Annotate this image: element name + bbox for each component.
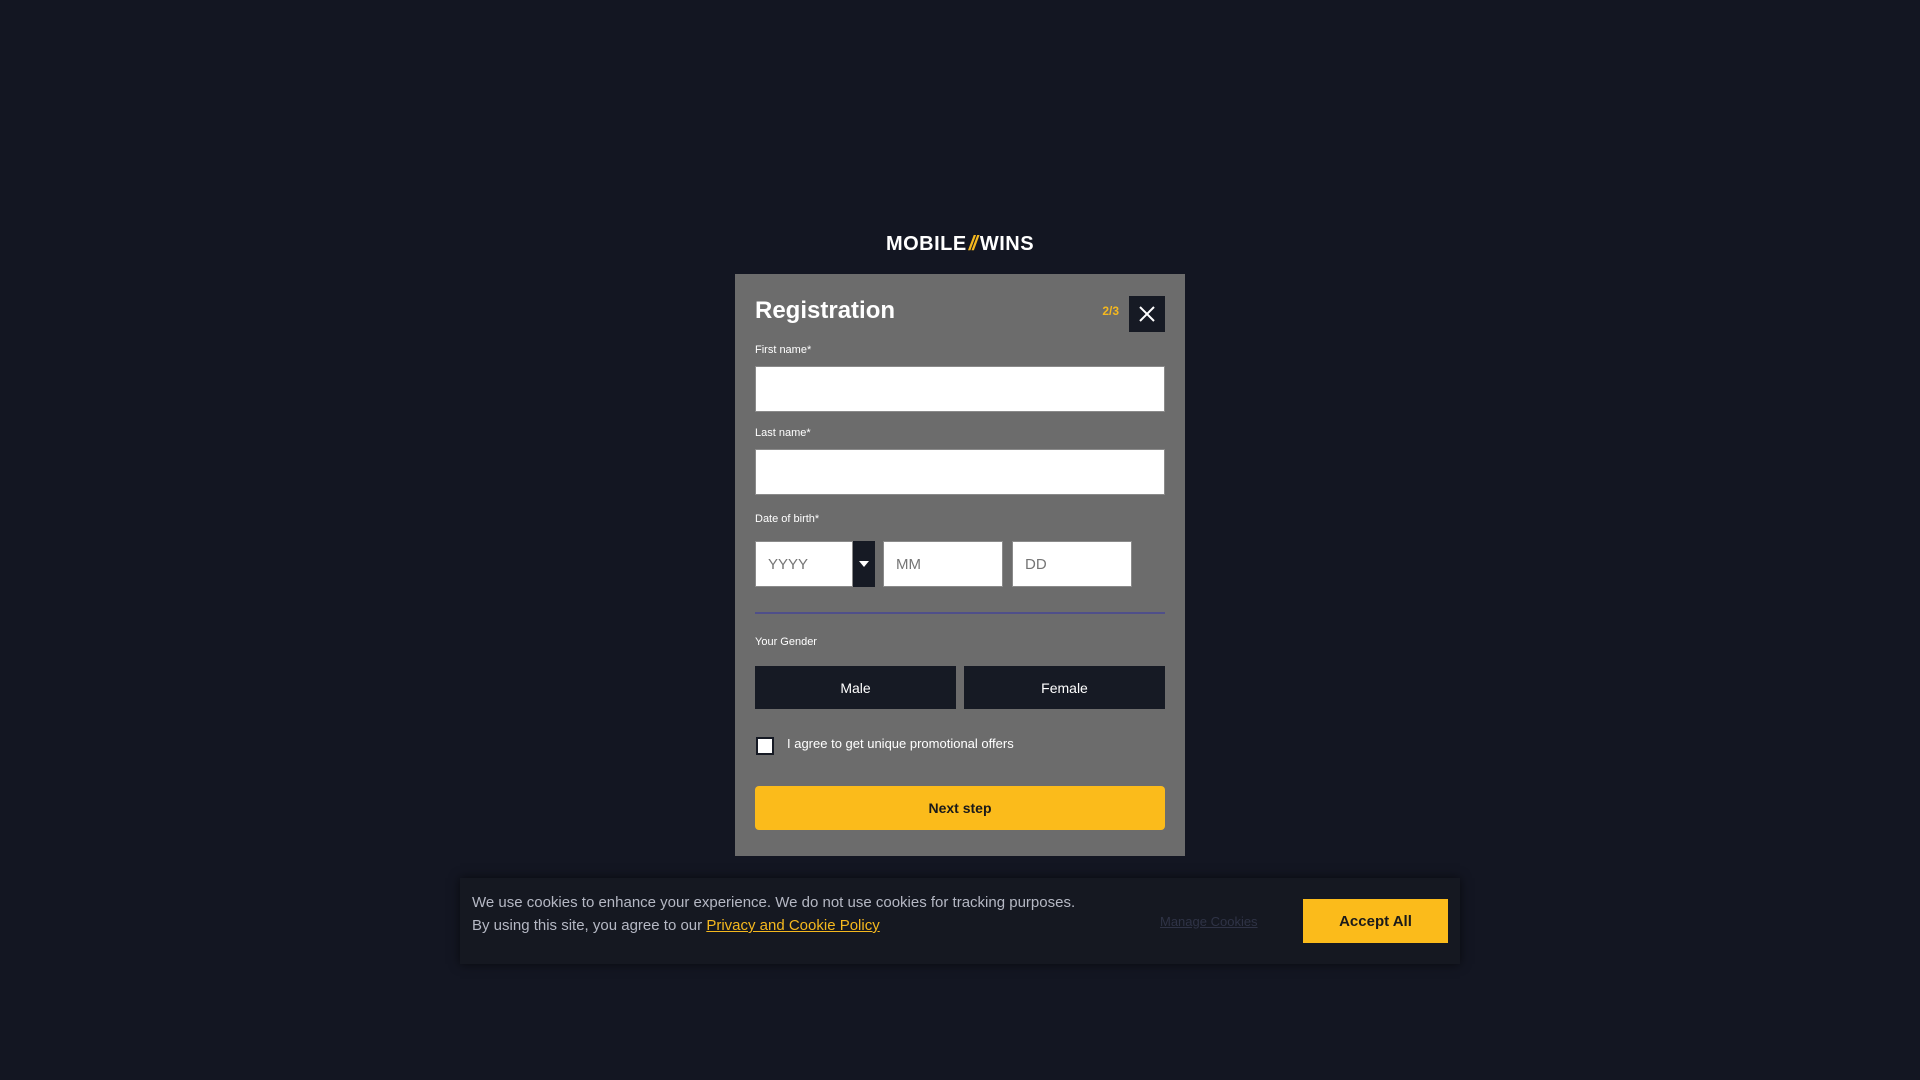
logo-text-right: WINS — [979, 233, 1035, 255]
cookie-banner: We use cookies to enhance your experienc… — [460, 878, 1460, 964]
caret-down-icon — [859, 561, 869, 567]
gender-label: Your Gender — [755, 636, 817, 648]
page: MOBILE//WINS Registration 2/3 First name… — [0, 0, 1920, 1080]
promo-checkbox-label: I agree to get unique promotional offers — [787, 736, 1014, 751]
close-button[interactable] — [1129, 296, 1165, 332]
last-name-input[interactable] — [755, 449, 1165, 495]
logo-mark: // — [968, 233, 978, 255]
cookie-text-line2: By using this site, you agree to our — [472, 917, 703, 934]
dob-day-input[interactable] — [1012, 541, 1132, 587]
cookie-text-line1: We use cookies to enhance your experienc… — [472, 894, 1076, 911]
cookie-message: We use cookies to enhance your experienc… — [472, 891, 1152, 937]
accept-all-button[interactable]: Accept All — [1303, 899, 1448, 943]
dob-label: Date of birth* — [755, 513, 820, 525]
promo-checkbox[interactable] — [756, 737, 774, 755]
brand-logo[interactable]: MOBILE//WINS — [0, 230, 1920, 258]
manage-cookies-link[interactable]: Manage Cookies — [1160, 914, 1258, 929]
first-name-input[interactable] — [755, 366, 1165, 412]
modal-title: Registration — [755, 297, 896, 324]
dob-month-input[interactable] — [883, 541, 1003, 587]
privacy-policy-link[interactable]: Privacy and Cookie Policy — [706, 917, 879, 934]
dob-year-dropdown-button[interactable] — [853, 541, 875, 587]
last-name-label: Last name* — [755, 427, 811, 439]
close-icon — [1139, 306, 1155, 322]
gender-female-button[interactable]: Female — [964, 666, 1165, 709]
first-name-label: First name* — [755, 344, 812, 356]
divider — [755, 612, 1165, 614]
dob-year-input[interactable] — [755, 541, 853, 587]
gender-male-button[interactable]: Male — [755, 666, 956, 709]
next-step-button[interactable]: Next step — [755, 786, 1165, 830]
step-indicator: 2/3 — [1102, 304, 1119, 318]
logo-text-left: MOBILE — [885, 233, 967, 255]
registration-modal: Registration 2/3 First name* Last name* … — [735, 274, 1185, 856]
